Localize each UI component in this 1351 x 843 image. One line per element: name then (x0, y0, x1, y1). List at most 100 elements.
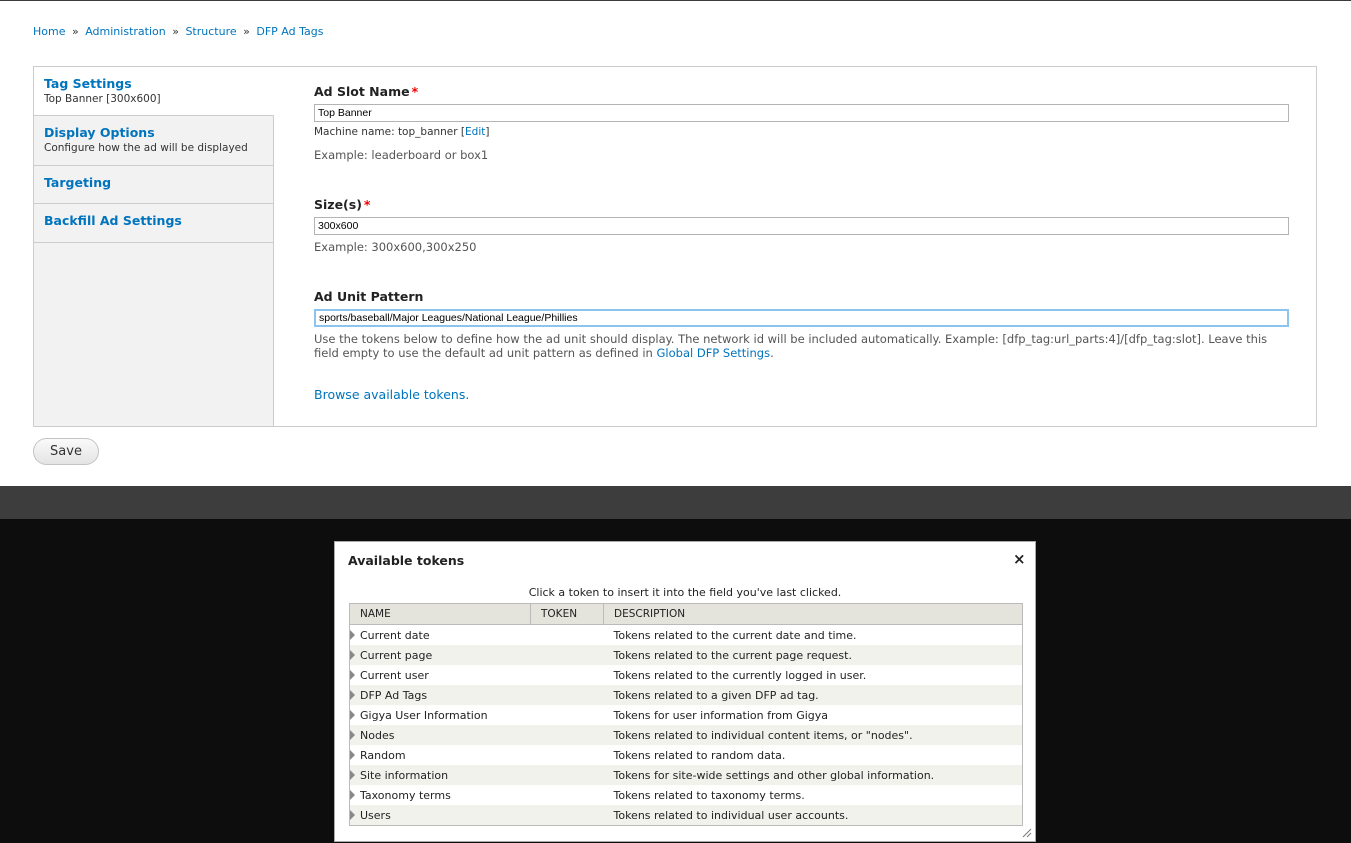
expand-triangle-icon[interactable] (350, 770, 355, 780)
browse-tokens-link[interactable]: Browse available tokens. (314, 387, 469, 402)
tab-title[interactable]: Tag Settings (44, 76, 264, 91)
machine-name-edit-link[interactable]: Edit (465, 126, 485, 138)
tab-title[interactable]: Backfill Ad Settings (44, 213, 263, 228)
tab-display-options[interactable]: Display Options Configure how the ad wil… (34, 116, 273, 166)
dialog-title: Available tokens (348, 553, 465, 568)
expand-triangle-icon[interactable] (350, 630, 355, 640)
slot-name-input[interactable]: Top Banner (314, 104, 1289, 122)
table-row[interactable]: DFP Ad Tags Tokens related to a given DF… (349, 685, 1023, 705)
expand-triangle-icon[interactable] (350, 690, 355, 700)
token-cell (530, 645, 604, 665)
resize-grip-icon[interactable] (1022, 828, 1032, 838)
breadcrumb-separator: » (172, 25, 179, 38)
table-row[interactable]: Taxonomy terms Tokens related to taxonom… (350, 785, 1023, 805)
token-group-name[interactable]: Current page (349, 645, 531, 665)
token-group-name[interactable]: Gigya User Information (350, 705, 531, 725)
save-button[interactable]: Save (33, 438, 99, 465)
token-group-description: Tokens related to a given DFP ad tag. (603, 685, 1023, 705)
token-cell (531, 785, 604, 805)
table-row[interactable]: Nodes Tokens related to individual conte… (349, 725, 1023, 745)
ad-unit-pattern-label: Ad Unit Pattern (314, 289, 424, 304)
breadcrumb-administration[interactable]: Administration (85, 25, 166, 38)
tab-tag-settings[interactable]: Tag Settings Top Banner [300x600] (34, 67, 274, 116)
description-line: Use the tokens below to define how the a… (314, 332, 1268, 346)
tab-title[interactable]: Targeting (44, 175, 263, 190)
token-group-description: Tokens for user information from Gigya (613, 708, 829, 722)
tab-summary: Configure how the ad will be displayed (44, 142, 248, 154)
machine-name: Machine name: top_banner [Edit] (314, 126, 489, 138)
table-header-row: NAME TOKEN DESCRIPTION (349, 603, 1023, 625)
sizes-label-text: Size(s) (314, 197, 362, 212)
sizes-input[interactable]: 300x600 (314, 217, 1289, 235)
token-group-label: Nodes (360, 728, 395, 742)
vertical-tabs-nav: Tag Settings Top Banner [300x600] Displa… (34, 67, 274, 426)
column-header-description: DESCRIPTION (603, 603, 1023, 625)
breadcrumb: Home » Administration » Structure » DFP … (33, 25, 323, 38)
token-group-label: Gigya User Information (360, 708, 488, 722)
description-line: field empty to use the default ad unit p… (314, 346, 657, 360)
expand-triangle-icon[interactable] (350, 750, 355, 760)
tab-summary: Top Banner [300x600] (44, 93, 161, 105)
table-row[interactable]: Gigya User Information Tokens for user i… (350, 705, 1023, 725)
table-row[interactable]: Current date Tokens related to the curre… (350, 625, 1023, 646)
column-header-token: TOKEN (530, 603, 604, 625)
ad-unit-pattern-input[interactable]: sports/baseball/Major Leagues/National L… (314, 309, 1289, 327)
breadcrumb-structure[interactable]: Structure (185, 25, 236, 38)
expand-triangle-icon[interactable] (350, 730, 355, 740)
token-group-name[interactable]: Users (349, 805, 531, 826)
expand-triangle-icon[interactable] (350, 790, 355, 800)
token-cell (530, 685, 604, 705)
tab-backfill-ad-settings[interactable]: Backfill Ad Settings (34, 204, 273, 243)
table-row[interactable]: Current user Tokens related to the curre… (350, 665, 1023, 685)
token-group-name[interactable]: Random (350, 745, 531, 765)
token-tree-table: NAME TOKEN DESCRIPTION Current date Toke… (349, 603, 1023, 826)
slot-name-label: Ad Slot Name * (314, 84, 418, 99)
token-cell (531, 745, 604, 765)
required-marker: * (363, 197, 371, 212)
sizes-description: Example: 300x600,300x250 (314, 240, 477, 254)
top-border (0, 0, 1351, 1)
breadcrumb-home[interactable]: Home (33, 25, 65, 38)
breadcrumb-dfp-ad-tags[interactable]: DFP Ad Tags (256, 25, 323, 38)
table-row[interactable]: Users Tokens related to individual user … (349, 805, 1023, 826)
token-group-label: Site information (360, 768, 449, 782)
slot-name-label-text: Ad Slot Name (314, 84, 410, 99)
token-cell (531, 665, 604, 685)
table-row[interactable]: Site information Tokens for site-wide se… (349, 765, 1023, 785)
tab-title[interactable]: Display Options (44, 125, 263, 140)
available-tokens-dialog: Available tokens × Click a token to inse… (334, 541, 1036, 842)
overlay-band (0, 486, 1351, 519)
table-row[interactable]: Current page Tokens related to the curre… (349, 645, 1023, 665)
expand-triangle-icon[interactable] (350, 670, 355, 680)
token-group-name[interactable]: Taxonomy terms (350, 785, 531, 805)
global-dfp-settings-link[interactable]: Global DFP Settings (657, 346, 771, 360)
token-cell (531, 705, 604, 725)
description-end: . (770, 346, 774, 360)
token-group-description: Tokens related to the current date and t… (613, 628, 857, 642)
expand-triangle-icon[interactable] (350, 650, 355, 660)
token-group-name[interactable]: Nodes (349, 725, 531, 745)
token-group-description: Tokens related to individual user accoun… (603, 805, 1023, 826)
token-group-label: DFP Ad Tags (360, 688, 428, 702)
token-group-name[interactable]: Current user (350, 665, 531, 685)
expand-triangle-icon[interactable] (350, 810, 355, 820)
token-group-label: Current page (360, 648, 433, 662)
token-group-name[interactable]: DFP Ad Tags (349, 685, 531, 705)
vertical-tabs: Tag Settings Top Banner [300x600] Displa… (33, 66, 1317, 427)
token-group-label: Random (360, 748, 406, 762)
token-group-name[interactable]: Current date (350, 625, 531, 646)
token-group-description: Tokens for site-wide settings and other … (603, 765, 1023, 785)
slot-name-description: Example: leaderboard or box1 (314, 148, 489, 162)
required-marker: * (411, 84, 419, 99)
token-group-label: Current user (360, 668, 429, 682)
table-row[interactable]: Random Tokens related to random data. (350, 745, 1023, 765)
token-cell (531, 625, 604, 646)
token-group-description: Tokens related to individual content ite… (603, 725, 1023, 745)
token-group-name[interactable]: Site information (349, 765, 531, 785)
expand-triangle-icon[interactable] (350, 710, 355, 720)
tab-targeting[interactable]: Targeting (34, 166, 273, 204)
sizes-label: Size(s) * (314, 197, 370, 212)
close-icon[interactable]: × (1013, 550, 1026, 568)
token-cell (530, 765, 604, 785)
token-group-label: Current date (360, 628, 430, 642)
